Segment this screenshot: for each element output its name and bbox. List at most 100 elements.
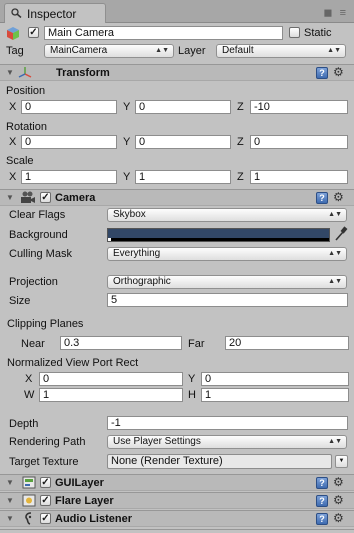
position-y-label[interactable]: Y [123, 101, 130, 113]
viewport-w-field[interactable]: 1 [39, 388, 183, 402]
target-texture-field[interactable]: None (Render Texture) [107, 454, 332, 469]
scale-y-field[interactable]: 1 [135, 170, 231, 184]
position-x-field[interactable]: 0 [21, 100, 117, 114]
static-label: Static [304, 27, 332, 39]
help-icon[interactable]: ? [316, 67, 328, 79]
scale-z-field[interactable]: 1 [250, 170, 348, 184]
clear-flags-label: Clear Flags [9, 209, 66, 221]
projection-dropdown[interactable]: Orthographic ▲▼ [107, 275, 347, 289]
position-y-field[interactable]: 0 [135, 100, 231, 114]
transform-axes-icon [18, 66, 32, 79]
culling-mask-value: Everything [113, 248, 161, 259]
camera-title: Camera [55, 192, 96, 204]
audio-listener-title: Audio Listener [55, 513, 133, 525]
clear-flags-value: Skybox [113, 209, 146, 220]
camera-enabled-checkbox[interactable]: ✓ [40, 192, 51, 203]
viewport-w-label[interactable]: W [24, 389, 34, 401]
object-picker-icon[interactable]: ▼ [335, 455, 348, 468]
gear-icon[interactable]: ⚙ [333, 65, 344, 79]
camera-header[interactable] [0, 189, 354, 206]
rendering-path-label: Rendering Path [9, 436, 86, 448]
fold-triangle-icon[interactable]: ▼ [6, 496, 14, 505]
viewport-h-field[interactable]: 1 [201, 388, 349, 402]
fold-triangle-icon[interactable]: ▼ [6, 514, 14, 523]
window-menu-icon[interactable]: ◼ ≡ [323, 6, 348, 19]
position-z-field[interactable]: -10 [250, 100, 348, 114]
static-checkbox[interactable] [289, 27, 300, 38]
depth-label[interactable]: Depth [9, 418, 38, 430]
gear-icon[interactable]: ⚙ [333, 493, 344, 507]
clear-flags-dropdown[interactable]: Skybox ▲▼ [107, 208, 347, 222]
eyedropper-icon[interactable] [334, 226, 348, 245]
target-texture-label: Target Texture [9, 456, 79, 468]
size-label[interactable]: Size [9, 295, 30, 307]
culling-mask-label: Culling Mask [9, 248, 72, 260]
help-icon[interactable]: ? [316, 477, 328, 489]
far-label[interactable]: Far [188, 338, 205, 350]
viewport-x-label[interactable]: X [25, 373, 32, 385]
object-name-field[interactable]: Main Camera [44, 26, 283, 40]
viewport-h-label[interactable]: H [188, 389, 196, 401]
scale-z-label[interactable]: Z [237, 171, 244, 183]
tag-dropdown-value: MainCamera [50, 45, 108, 56]
gear-icon[interactable]: ⚙ [333, 190, 344, 204]
audio-listener-enabled-checkbox[interactable]: ✓ [40, 513, 51, 524]
flare-layer-title: Flare Layer [55, 495, 114, 507]
background-color-swatch[interactable] [107, 228, 330, 242]
culling-mask-dropdown[interactable]: Everything ▲▼ [107, 247, 347, 261]
gui-layer-icon [22, 476, 36, 489]
help-icon[interactable]: ? [316, 495, 328, 507]
object-active-checkbox[interactable]: ✓ [28, 27, 39, 38]
rendering-path-dropdown[interactable]: Use Player Settings ▲▼ [107, 435, 347, 449]
help-icon[interactable]: ? [316, 192, 328, 204]
tag-dropdown[interactable]: MainCamera ▲▼ [44, 44, 174, 58]
inspector-icon [11, 8, 22, 19]
chevron-updown-icon: ▲▼ [328, 250, 342, 257]
position-x-label[interactable]: X [9, 101, 16, 113]
tab-inspector[interactable]: Inspector [4, 3, 106, 23]
scale-x-field[interactable]: 1 [21, 170, 117, 184]
rotation-x-field[interactable]: 0 [21, 135, 117, 149]
bottom-divider [0, 529, 354, 530]
depth-field[interactable]: -1 [107, 416, 348, 430]
clipping-planes-label: Clipping Planes [7, 318, 84, 330]
rotation-y-label[interactable]: Y [123, 136, 130, 148]
fold-triangle-icon[interactable]: ▼ [6, 478, 14, 487]
near-label[interactable]: Near [21, 338, 45, 350]
camera-icon [20, 191, 35, 204]
tab-inspector-label: Inspector [27, 7, 77, 21]
position-label: Position [6, 85, 46, 97]
guilayer-header[interactable] [0, 474, 354, 491]
scale-y-label[interactable]: Y [123, 171, 130, 183]
projection-label: Projection [9, 276, 58, 288]
viewport-y-label[interactable]: Y [188, 373, 195, 385]
transform-header[interactable] [0, 64, 354, 81]
guilayer-enabled-checkbox[interactable]: ✓ [40, 477, 51, 488]
gear-icon[interactable]: ⚙ [333, 511, 344, 525]
size-field[interactable]: 5 [107, 293, 348, 307]
projection-value: Orthographic [113, 276, 171, 287]
fold-triangle-icon[interactable]: ▼ [6, 193, 14, 202]
flare-layer-header[interactable] [0, 492, 354, 509]
near-field[interactable]: 0.3 [60, 336, 182, 350]
flare-layer-enabled-checkbox[interactable]: ✓ [40, 495, 51, 506]
transform-title: Transform [56, 67, 110, 79]
rotation-z-label[interactable]: Z [237, 136, 244, 148]
viewport-y-field[interactable]: 0 [201, 372, 349, 386]
chevron-updown-icon: ▲▼ [328, 211, 342, 218]
fold-triangle-icon[interactable]: ▼ [6, 68, 14, 77]
layer-label: Layer [178, 45, 206, 57]
far-field[interactable]: 20 [225, 336, 349, 350]
viewport-x-field[interactable]: 0 [39, 372, 183, 386]
layer-dropdown[interactable]: Default ▲▼ [216, 44, 346, 58]
background-label: Background [9, 229, 68, 241]
rotation-x-label[interactable]: X [9, 136, 16, 148]
scale-x-label[interactable]: X [9, 171, 16, 183]
rotation-y-field[interactable]: 0 [135, 135, 231, 149]
help-icon[interactable]: ? [316, 513, 328, 525]
rotation-z-field[interactable]: 0 [250, 135, 348, 149]
cube-icon [6, 27, 20, 40]
gear-icon[interactable]: ⚙ [333, 475, 344, 489]
position-z-label[interactable]: Z [237, 101, 244, 113]
audio-listener-header[interactable] [0, 510, 354, 527]
